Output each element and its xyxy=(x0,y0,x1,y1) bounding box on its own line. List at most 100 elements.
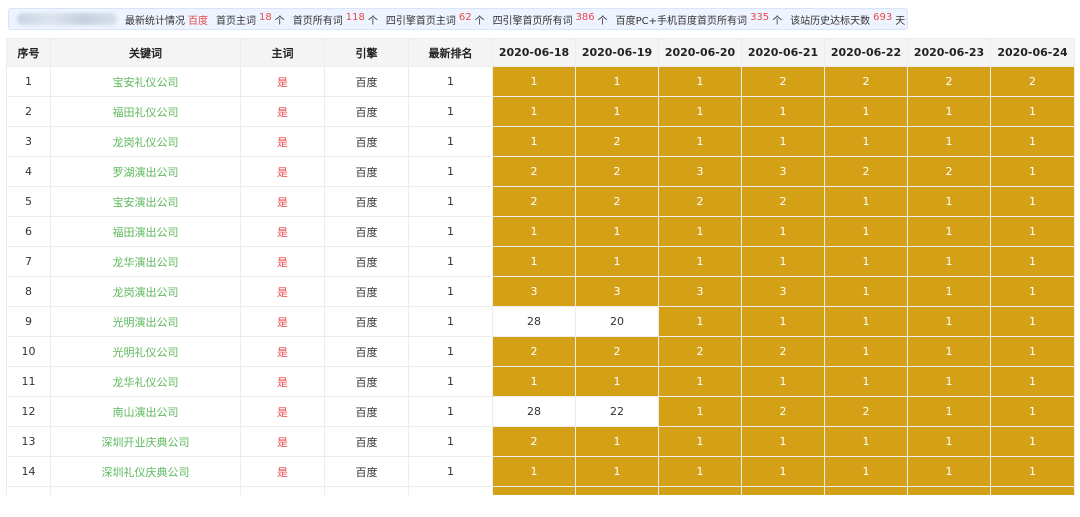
column-header[interactable]: 引擎 xyxy=(324,38,409,67)
keyword-link[interactable]: 龙华礼仪公司 xyxy=(50,366,241,397)
column-header[interactable]: 最新排名 xyxy=(408,38,493,67)
date-column-header[interactable]: 2020-06-22 xyxy=(824,38,908,67)
table-row: 12 南山演出公司是百度 1 28 22 1 2 2 1 1 xyxy=(6,396,1075,427)
keyword-link[interactable]: 深圳礼仪庆典公司 xyxy=(50,456,241,487)
summary-item-value: 693 xyxy=(873,11,893,23)
engine-cell: 百度 xyxy=(324,216,409,247)
table-row: 6 福田演出公司是百度 1 1 1 1 1 1 1 1 xyxy=(6,216,1075,247)
keyword-link[interactable]: 光明礼仪公司 xyxy=(50,336,241,367)
main-word-flag: 是 xyxy=(240,216,325,247)
table-row: 4 罗湖演出公司是百度 1 2 2 3 3 2 2 1 xyxy=(6,156,1075,187)
rank-cell xyxy=(990,486,1075,495)
summary-item-label: 四引擎首页所有词 xyxy=(492,15,573,27)
keyword-link[interactable]: 福田演出公司 xyxy=(50,216,241,247)
main-word-flag: 是 xyxy=(240,336,325,367)
stats-summary-bar: 最新统计情况 百度 首页主词 18 个首页所有词 118 个四引擎首页主词 62 个四引擎首… xyxy=(8,8,908,30)
table-cell xyxy=(408,486,493,495)
date-column-header[interactable]: 2020-06-24 xyxy=(990,38,1075,67)
table-row: 2 福田礼仪公司是百度 1 1 1 1 1 1 1 1 xyxy=(6,96,1075,127)
table-row: 9 光明演出公司是百度 1 28 20 1 1 1 1 1 xyxy=(6,306,1075,337)
rank-cell: 1 xyxy=(990,156,1075,187)
rank-cell: 1 xyxy=(492,96,576,127)
summary-item-label: 四引擎首页主词 xyxy=(385,15,456,27)
rank-cell: 1 xyxy=(907,396,991,427)
rank-cell xyxy=(575,486,659,495)
summary-item-unit: 个 xyxy=(474,15,485,27)
rank-cell xyxy=(492,486,576,495)
keyword-link[interactable]: 宝安礼仪公司 xyxy=(50,66,241,97)
latest-rank: 1 xyxy=(408,246,493,277)
row-number: 1 xyxy=(6,66,51,97)
latest-rank: 1 xyxy=(408,216,493,247)
date-column-header[interactable]: 2020-06-19 xyxy=(575,38,659,67)
summary-item-value: 118 xyxy=(345,11,365,23)
rank-cell: 1 xyxy=(907,336,991,367)
column-header[interactable]: 序号 xyxy=(6,38,51,67)
main-word-flag: 是 xyxy=(240,126,325,157)
engine-cell: 百度 xyxy=(324,366,409,397)
keyword-link[interactable]: 罗湖演出公司 xyxy=(50,156,241,187)
date-column-header[interactable]: 2020-06-20 xyxy=(658,38,742,67)
rank-cell: 1 xyxy=(824,456,908,487)
rank-cell: 2 xyxy=(575,156,659,187)
rank-cell: 2 xyxy=(658,336,742,367)
date-column-header[interactable]: 2020-06-23 xyxy=(907,38,991,67)
rank-cell: 2 xyxy=(741,66,825,97)
rank-cell: 3 xyxy=(741,276,825,307)
keyword-link[interactable]: 南山演出公司 xyxy=(50,396,241,427)
date-column-header[interactable]: 2020-06-18 xyxy=(492,38,576,67)
rank-cell: 1 xyxy=(741,426,825,457)
main-word-flag: 是 xyxy=(240,186,325,217)
rank-cell: 1 xyxy=(907,276,991,307)
rank-cell: 2 xyxy=(575,126,659,157)
rank-cell: 2 xyxy=(492,336,576,367)
rank-cell xyxy=(907,486,991,495)
summary-item-value: 18 xyxy=(259,11,272,23)
summary-item-label: 该站历史达标天数 xyxy=(790,15,871,27)
rank-cell: 2 xyxy=(741,396,825,427)
rank-cell: 1 xyxy=(907,126,991,157)
keyword-link[interactable]: 深圳开业庆典公司 xyxy=(50,426,241,457)
rank-cell xyxy=(658,486,742,495)
rank-cell: 2 xyxy=(824,66,908,97)
rank-cell: 2 xyxy=(907,156,991,187)
engine-cell: 百度 xyxy=(324,336,409,367)
rank-cell: 1 xyxy=(907,186,991,217)
keyword-link[interactable]: 龙岗礼仪公司 xyxy=(50,126,241,157)
table-row: 8 龙岗演出公司是百度 1 3 3 3 3 1 1 1 xyxy=(6,276,1075,307)
rank-cell: 1 xyxy=(741,306,825,337)
main-word-flag: 是 xyxy=(240,366,325,397)
rank-cell: 3 xyxy=(658,156,742,187)
rank-cell: 2 xyxy=(741,336,825,367)
engine-cell: 百度 xyxy=(324,96,409,127)
main-word-flag: 是 xyxy=(240,456,325,487)
engine-cell: 百度 xyxy=(324,66,409,97)
column-header[interactable]: 关键词 xyxy=(50,38,241,67)
date-column-header[interactable]: 2020-06-21 xyxy=(741,38,825,67)
keyword-link[interactable]: 龙岗演出公司 xyxy=(50,276,241,307)
rank-cell: 2 xyxy=(824,156,908,187)
engine-cell: 百度 xyxy=(324,156,409,187)
keyword-link[interactable]: 宝安演出公司 xyxy=(50,186,241,217)
engine-cell: 百度 xyxy=(324,246,409,277)
keyword-link[interactable]: 龙华演出公司 xyxy=(50,246,241,277)
summary-item-unit: 个 xyxy=(597,15,608,27)
row-number: 8 xyxy=(6,276,51,307)
rank-cell: 28 xyxy=(492,396,576,427)
latest-rank: 1 xyxy=(408,186,493,217)
row-number: 10 xyxy=(6,336,51,367)
keyword-link[interactable]: 光明演出公司 xyxy=(50,306,241,337)
engine-cell: 百度 xyxy=(324,126,409,157)
rank-cell: 2 xyxy=(741,186,825,217)
summary-items: 首页主词 18 个首页所有词 118 个四引擎首页主词 62 个四引擎首页所有词 386 个百度… xyxy=(208,12,905,27)
column-header[interactable]: 主词 xyxy=(240,38,325,67)
summary-item-unit: 个 xyxy=(772,15,783,27)
rank-cell: 1 xyxy=(741,216,825,247)
keyword-link[interactable]: 福田礼仪公司 xyxy=(50,96,241,127)
row-number: 9 xyxy=(6,306,51,337)
rank-cell: 2 xyxy=(658,186,742,217)
table-row-partial xyxy=(6,486,1075,495)
table-row: 7 龙华演出公司是百度 1 1 1 1 1 1 1 1 xyxy=(6,246,1075,277)
summary-item-unit: 个 xyxy=(367,15,378,27)
rank-cell: 1 xyxy=(575,426,659,457)
